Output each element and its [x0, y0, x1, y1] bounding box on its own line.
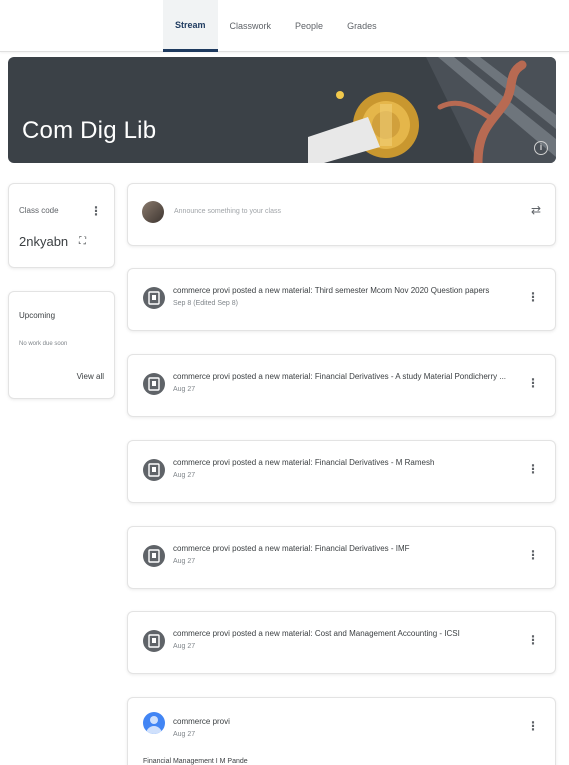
post-date: Aug 27	[173, 386, 196, 393]
post-date: Sep 8 (Edited Sep 8)	[173, 300, 238, 307]
class-code-card: Class code ⋮ 2nkyabn ⛶	[8, 183, 115, 268]
post-title[interactable]: commerce provi posted a new material: Fi…	[173, 372, 523, 381]
class-code-value: 2nkyabn	[19, 234, 69, 249]
post-date: Aug 27	[173, 643, 196, 650]
stream-post[interactable]: commerce provi posted a new material: Fi…	[127, 440, 556, 503]
post-date: Aug 27	[173, 731, 196, 738]
more-vert-icon[interactable]: ⋮	[527, 290, 539, 304]
class-tabs: Stream Classwork People Grades	[163, 0, 389, 52]
post-title[interactable]: commerce provi posted a new material: Fi…	[173, 458, 523, 467]
user-avatar	[143, 712, 165, 734]
announce-box[interactable]: Announce something to your class ⇄	[127, 183, 556, 246]
tab-people[interactable]: People	[283, 0, 335, 52]
upcoming-label: Upcoming	[19, 311, 56, 320]
material-icon	[143, 373, 165, 395]
avatar	[142, 201, 164, 223]
more-vert-icon[interactable]: ⋮	[90, 204, 102, 218]
tab-stream[interactable]: Stream	[163, 0, 218, 52]
fullscreen-icon[interactable]: ⛶	[79, 236, 86, 247]
class-name: Com Dig Lib	[22, 117, 157, 144]
more-vert-icon[interactable]: ⋮	[527, 633, 539, 647]
class-banner: Com Dig Lib i	[8, 57, 556, 163]
upcoming-card: Upcoming No work due soon View all	[8, 291, 115, 399]
class-code-label: Class code	[19, 206, 59, 215]
more-vert-icon[interactable]: ⋮	[527, 376, 539, 390]
info-icon[interactable]: i	[534, 141, 548, 155]
post-title[interactable]: commerce provi posted a new material: Co…	[173, 629, 523, 638]
post-date: Aug 27	[173, 558, 196, 565]
stream-post[interactable]: commerce provi Aug 27 ⋮ Financial Manage…	[127, 697, 556, 765]
post-title[interactable]: commerce provi posted a new material: Fi…	[173, 544, 523, 553]
tab-classwork[interactable]: Classwork	[218, 0, 284, 52]
announce-placeholder[interactable]: Announce something to your class	[174, 208, 281, 215]
more-vert-icon[interactable]: ⋮	[527, 548, 539, 562]
post-date: Aug 27	[173, 472, 196, 479]
stream-post[interactable]: commerce provi posted a new material: Fi…	[127, 526, 556, 589]
repost-icon[interactable]: ⇄	[531, 203, 541, 217]
material-icon	[143, 287, 165, 309]
post-body: Financial Management I M Pande	[143, 758, 248, 765]
material-icon	[143, 545, 165, 567]
top-nav-bar: Stream Classwork People Grades	[0, 0, 569, 52]
stream-post[interactable]: commerce provi posted a new material: Fi…	[127, 354, 556, 417]
post-author: commerce provi	[173, 717, 230, 726]
tab-grades[interactable]: Grades	[335, 0, 389, 52]
material-icon	[143, 630, 165, 652]
stream-post[interactable]: commerce provi posted a new material: Th…	[127, 268, 556, 331]
view-all-link[interactable]: View all	[77, 372, 104, 381]
material-icon	[143, 459, 165, 481]
banner-illustration	[308, 57, 556, 163]
stream-post[interactable]: commerce provi posted a new material: Co…	[127, 611, 556, 674]
more-vert-icon[interactable]: ⋮	[527, 462, 539, 476]
more-vert-icon[interactable]: ⋮	[527, 719, 539, 733]
upcoming-empty-text: No work due soon	[19, 341, 68, 347]
post-title[interactable]: commerce provi posted a new material: Th…	[173, 286, 523, 295]
